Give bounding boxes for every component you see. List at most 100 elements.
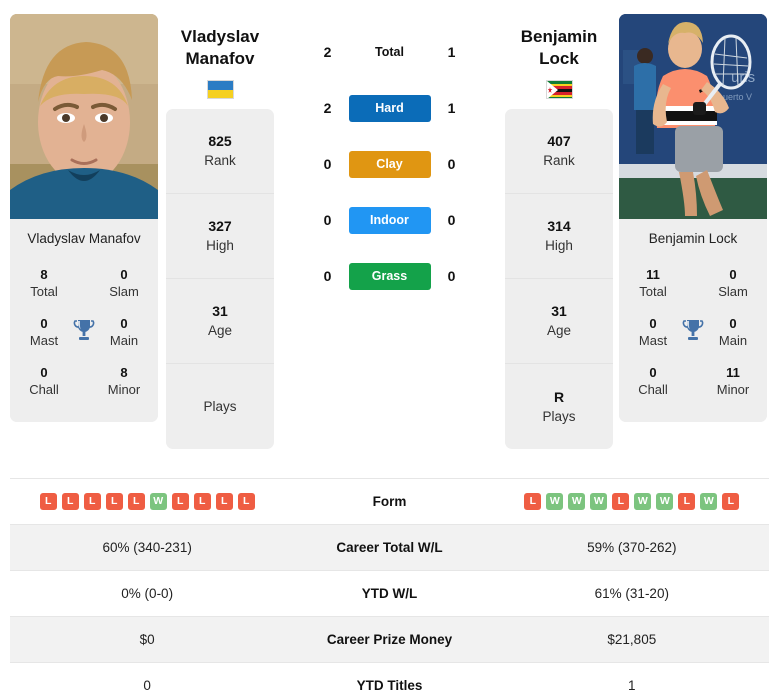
right-form-badge[interactable]: W xyxy=(656,493,674,510)
left-titles-row-3: 0 Chall 8 Minor xyxy=(16,357,152,406)
row-label-career-prize-money: Career Prize Money xyxy=(326,632,453,647)
table-row-ytd-wl: 0% (0-0) YTD W/L 61% (31-20) xyxy=(10,570,769,617)
surface-badge-hard[interactable]: Hard xyxy=(348,94,431,122)
left-main-titles: 0 Main xyxy=(109,316,139,348)
right-titles-row-3: 0 Chall 11 Minor xyxy=(625,357,761,406)
h2h-row-indoor: 0 Indoor 0 xyxy=(280,192,499,248)
right-age-box: 31 Age xyxy=(505,279,613,364)
left-rank-box: 825 Rank xyxy=(166,109,274,194)
zimbabwe-flag-icon xyxy=(545,80,573,99)
right-main-titles: 0 Main xyxy=(718,316,748,348)
right-form-badge[interactable]: L xyxy=(722,493,740,510)
right-stat-stack: 407 Rank 314 High 31 Age R Plays xyxy=(505,109,613,449)
svg-text:uerto V: uerto V xyxy=(723,92,752,102)
right-form-strip: LWWWLWWLWL xyxy=(499,493,765,510)
left-form-badge[interactable]: L xyxy=(215,493,233,510)
left-form-badge[interactable]: L xyxy=(61,493,79,510)
left-player-name-line1: Vladyslav xyxy=(180,27,260,46)
surface-badge-grass[interactable]: Grass xyxy=(348,262,431,290)
left-player-photo-card: Vladyslav Manafov 8 Total 0 Slam 0 Mast … xyxy=(10,14,158,422)
left-form-badge[interactable]: L xyxy=(39,493,57,510)
right-flag-wrap xyxy=(505,70,613,99)
left-form-badge[interactable]: L xyxy=(83,493,101,510)
left-titles-grid: 8 Total 0 Slam 0 Mast 0 Main 0 Chall 8 M… xyxy=(10,257,158,422)
trophy-icon xyxy=(678,318,708,347)
left-player-name-line2: Manafov xyxy=(185,49,255,68)
left-stat-stack: 825 Rank 327 High 31 Age Plays xyxy=(166,109,274,449)
right-minor-titles: 11 Minor xyxy=(716,365,750,397)
left-age-box: 31 Age xyxy=(166,279,274,364)
right-player-caption: Benjamin Lock xyxy=(619,219,767,257)
left-form-badge[interactable]: L xyxy=(127,493,145,510)
left-form-strip: LLLLLWLLLL xyxy=(14,493,280,510)
h2h-total-left-score: 2 xyxy=(323,44,332,60)
h2h-row-grass: 0 Grass 0 xyxy=(280,248,499,304)
right-titles-row-2: 0 Mast 0 Main xyxy=(625,308,761,357)
left-form-badge[interactable]: W xyxy=(149,493,167,510)
left-form-badge[interactable]: L xyxy=(237,493,255,510)
surface-badge-indoor[interactable]: Indoor xyxy=(348,206,431,234)
comparison-header: Vladyslav Manafov 8 Total 0 Slam 0 Mast … xyxy=(0,0,779,478)
surface-badge-clay[interactable]: Clay xyxy=(348,150,431,178)
left-titles-row-2: 0 Mast 0 Main xyxy=(16,308,152,357)
left-form-badge[interactable]: L xyxy=(171,493,189,510)
right-ytd-wl: 61% (31-20) xyxy=(594,586,669,601)
right-form-badge[interactable]: W xyxy=(568,493,586,510)
right-form-badge[interactable]: W xyxy=(634,493,652,510)
left-career-prize-money: $0 xyxy=(139,632,155,647)
row-label-career-total-wl: Career Total W/L xyxy=(336,540,443,555)
left-form-badge[interactable]: L xyxy=(193,493,211,510)
trophy-icon xyxy=(69,318,99,347)
left-challenger-titles: 0 Chall xyxy=(29,365,59,397)
surface-list: 2 Total 1 2 Hard 1 0 Clay 0 0 Indoor 0 0… xyxy=(280,14,499,304)
left-player-info: Vladyslav Manafov 825 Rank 327 High 31 A… xyxy=(160,14,280,449)
left-form-cell: LLLLLWLLLL xyxy=(10,479,284,525)
table-row-career-wl: 60% (340-231) Career Total W/L 59% (370-… xyxy=(10,524,769,571)
left-masters-titles: 0 Mast xyxy=(29,316,59,348)
right-slam-titles: 0 Slam xyxy=(718,267,748,299)
left-ytd-titles: 0 xyxy=(143,678,151,693)
right-player-photo: uris uerto V xyxy=(619,14,767,219)
right-player-name[interactable]: Benjamin Lock xyxy=(505,14,613,70)
table-row-form: LLLLLWLLLL Form LWWWLWWLWL xyxy=(10,478,769,525)
right-career-total-wl: 59% (370-262) xyxy=(587,540,677,555)
left-flag-wrap xyxy=(166,70,274,99)
h2h-hard-right-score: 1 xyxy=(447,100,456,116)
h2h-total-label: Total xyxy=(375,44,404,59)
left-titles-row-1: 8 Total 0 Slam xyxy=(16,259,152,308)
right-form-badge[interactable]: W xyxy=(590,493,608,510)
left-form-badge[interactable]: L xyxy=(105,493,123,510)
right-high-box: 314 High xyxy=(505,194,613,279)
left-player-photo xyxy=(10,14,158,219)
right-form-badge[interactable]: L xyxy=(524,493,542,510)
left-player-name[interactable]: Vladyslav Manafov xyxy=(166,14,274,70)
h2h-total-right-score: 1 xyxy=(447,44,456,60)
h2h-indoor-right-score: 0 xyxy=(447,212,456,228)
h2h-clay-left-score: 0 xyxy=(323,156,332,172)
row-label-ytd-wl: YTD W/L xyxy=(361,586,418,601)
right-career-prize-money: $21,805 xyxy=(607,632,657,647)
right-form-badge[interactable]: W xyxy=(700,493,718,510)
h2h-hard-left-score: 2 xyxy=(323,100,332,116)
right-titles-grid: 11 Total 0 Slam 0 Mast 0 Main 0 Chall 11… xyxy=(619,257,767,422)
right-form-badge[interactable]: L xyxy=(678,493,696,510)
right-player-name-line1: Benjamin xyxy=(520,27,598,46)
left-ytd-wl: 0% (0-0) xyxy=(121,586,174,601)
h2h-clay-right-score: 0 xyxy=(447,156,456,172)
right-form-badge[interactable]: L xyxy=(612,493,630,510)
h2h-row-hard: 2 Hard 1 xyxy=(280,80,499,136)
h2h-row-clay: 0 Clay 0 xyxy=(280,136,499,192)
left-high-box: 327 High xyxy=(166,194,274,279)
right-player-card: uris uerto V Benjamin Lock 11 Total 0 Sl… xyxy=(619,14,769,422)
head-to-head-column: 2 Total 1 2 Hard 1 0 Clay 0 0 Indoor 0 0… xyxy=(280,14,499,304)
right-total-titles: 11 Total xyxy=(639,267,667,299)
comparison-stats-table: LLLLLWLLLL Form LWWWLWWLWL 60% (340-231)… xyxy=(10,478,769,699)
table-row-ytd-titles: 0 YTD Titles 1 xyxy=(10,662,769,699)
ukraine-flag-icon xyxy=(206,80,234,99)
h2h-indoor-left-score: 0 xyxy=(323,212,332,228)
right-rank-box: 407 Rank xyxy=(505,109,613,194)
right-plays-box: R Plays xyxy=(542,388,576,424)
right-form-badge[interactable]: W xyxy=(546,493,564,510)
right-player-name-line2: Lock xyxy=(539,49,579,68)
left-plays-box: Plays xyxy=(203,398,237,414)
